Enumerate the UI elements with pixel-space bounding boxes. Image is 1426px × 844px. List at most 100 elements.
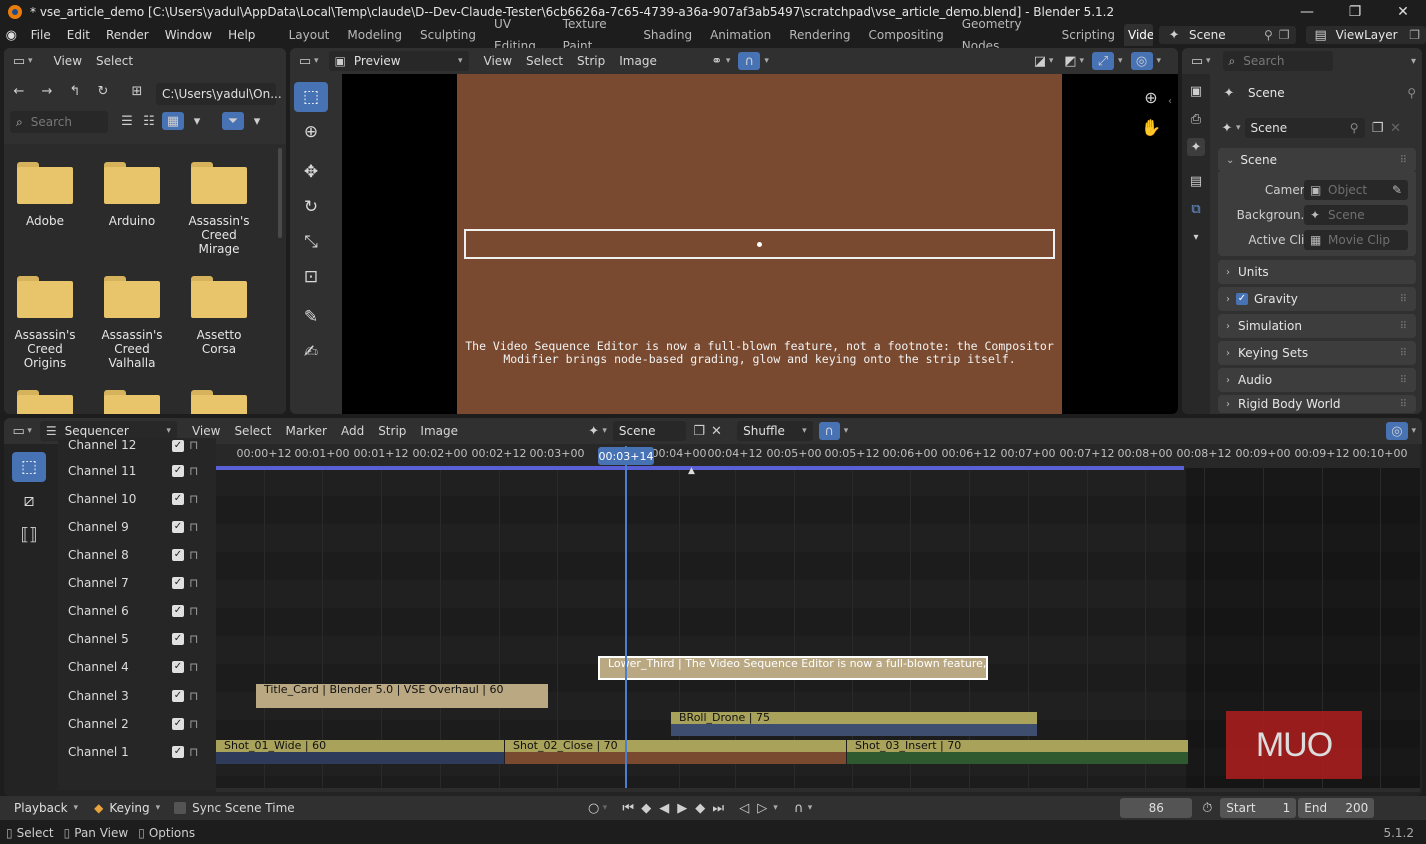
overlay-icon[interactable]: ◎ — [1386, 422, 1408, 440]
editor-type-icon[interactable]: ▭ — [10, 422, 27, 440]
list-vertical-icon[interactable]: ☰ — [118, 112, 136, 130]
options-dropdown-icon[interactable]: ▾ — [1411, 56, 1416, 67]
menu-strip[interactable]: Strip — [371, 424, 413, 438]
horizontal-scrollbar[interactable] — [216, 788, 1420, 792]
view-layer-selector[interactable]: ▤ ViewLayer ❐ — [1305, 26, 1426, 44]
unlink-icon[interactable]: ✕ — [1387, 119, 1405, 137]
pin-icon[interactable]: ⚲ — [1264, 28, 1273, 42]
channel-row[interactable]: Channel 3 ✓ ⊓ — [58, 682, 216, 710]
snap-icon[interactable]: ∩ — [738, 52, 761, 70]
channel-row[interactable]: Channel 4 ✓ ⊓ — [58, 653, 216, 681]
prev-keyframe-icon[interactable]: ◆ — [637, 799, 655, 817]
new-folder-icon[interactable]: ⊞ — [128, 82, 146, 100]
channel-label[interactable]: Channel 8 — [68, 548, 172, 562]
channel-row[interactable]: Channel 11 ✓ ⊓ — [58, 457, 216, 485]
origin-dot[interactable] — [757, 242, 762, 247]
play-reverse-icon[interactable]: ◀ — [655, 799, 673, 817]
keying-menu[interactable]: ◆ Keying ▾ — [88, 798, 166, 818]
render-tab-icon[interactable]: ▣ — [1187, 82, 1205, 100]
tab-video[interactable]: Video — [1124, 24, 1154, 46]
menu-file[interactable]: File — [23, 24, 59, 46]
view-type-dropdown[interactable]: ▣ Preview ▾ — [328, 51, 469, 71]
copy-layer-icon[interactable]: ❐ — [1409, 28, 1420, 42]
folder-item[interactable]: Arduino — [92, 162, 172, 228]
folder-item[interactable]: Assetto Corsa — [179, 276, 259, 356]
channel-mute-checkbox[interactable]: ✓ — [172, 465, 184, 477]
gizmo-toggle-icon[interactable]: ⤢ — [1091, 52, 1114, 70]
menu-select[interactable]: Select — [89, 54, 140, 68]
lock-icon[interactable]: ⊓ — [189, 689, 198, 703]
lock-icon[interactable]: ⊓ — [189, 492, 198, 506]
channel-row[interactable]: Channel 9 ✓ ⊓ — [58, 513, 216, 541]
sidebar-toggle-icon[interactable]: ‹ — [1168, 96, 1172, 107]
gravity-checkbox[interactable]: ✓ — [1236, 293, 1248, 305]
parent-icon[interactable]: ↰ — [66, 82, 84, 100]
folder-item[interactable]: Adobe — [5, 162, 85, 228]
tab-modeling[interactable]: Modeling — [338, 24, 411, 46]
menu-view[interactable]: View — [47, 54, 89, 68]
search-input[interactable]: ⌕ Search — [10, 111, 108, 133]
channel-label[interactable]: Channel 6 — [68, 604, 172, 618]
channel-mute-checkbox[interactable]: ✓ — [172, 746, 184, 758]
properties-search[interactable]: ⌕ Search — [1222, 51, 1333, 71]
filter-icon[interactable]: ⏷ — [222, 112, 244, 130]
slip-tool-icon[interactable]: ⟦⟧ — [12, 520, 46, 550]
refresh-icon[interactable]: ↻ — [94, 82, 112, 100]
channel-mute-checkbox[interactable]: ✓ — [172, 661, 184, 673]
channel-mute-checkbox[interactable]: ✓ — [172, 549, 184, 561]
folder-item[interactable] — [179, 390, 259, 414]
eyedropper-icon[interactable]: ✎ — [1392, 183, 1402, 197]
editor-type-icon[interactable]: ▭ — [1188, 52, 1206, 70]
view-layer-tab-icon[interactable]: ▤ — [1187, 172, 1205, 190]
lock-icon[interactable]: ⊓ — [189, 576, 198, 590]
channel-mute-checkbox[interactable]: ✓ — [172, 521, 184, 533]
new-scene-icon[interactable]: ❐ — [690, 422, 707, 440]
strip-lower-third[interactable]: Lower_Third | The Video Sequence Editor … — [598, 656, 988, 680]
lock-icon[interactable]: ⊓ — [189, 464, 198, 478]
snap-icon[interactable]: ∩ — [818, 422, 840, 440]
channel-row[interactable]: Channel 10 ✓ ⊓ — [58, 485, 216, 513]
panel-units[interactable]: › Units — [1218, 260, 1416, 284]
menu-select[interactable]: Select — [227, 424, 278, 438]
overlay-icon[interactable]: ◎ — [1130, 52, 1153, 70]
jump-start-icon[interactable]: ⏮ — [619, 799, 637, 817]
scene-browse-icon[interactable]: ✦ — [585, 422, 602, 440]
text-strip-bounds[interactable] — [464, 229, 1055, 259]
folder-item[interactable] — [92, 390, 172, 414]
close-button[interactable]: ✕ — [1380, 0, 1426, 24]
rotate-tool-icon[interactable]: ↻ — [294, 192, 328, 222]
channel-label[interactable]: Channel 9 — [68, 520, 172, 534]
overlap-mode-dropdown[interactable]: Shuffle ▾ — [737, 421, 813, 441]
channel-row[interactable]: Channel 8 ✓ ⊓ — [58, 541, 216, 569]
unlink-icon[interactable]: ✕ — [708, 422, 725, 440]
scene-tab-icon[interactable]: ✦ — [1187, 138, 1205, 156]
channel-label[interactable]: Channel 5 — [68, 632, 172, 646]
lock-icon[interactable]: ⊓ — [189, 745, 198, 759]
panel-audio[interactable]: › Audio ⠿ — [1218, 368, 1416, 392]
prev-frame-icon[interactable]: ◁ — [735, 799, 753, 817]
lock-icon[interactable]: ⊓ — [189, 660, 198, 674]
menu-render[interactable]: Render — [98, 24, 157, 46]
channel-label[interactable]: Channel 4 — [68, 660, 172, 674]
menu-select[interactable]: Select — [519, 54, 570, 68]
menu-view[interactable]: View — [185, 424, 227, 438]
select-tool-icon[interactable]: ⬚ — [12, 452, 46, 482]
gizmo-icon[interactable]: ◩ — [1061, 52, 1079, 70]
thumbnail-icon[interactable]: ▦ — [162, 112, 184, 130]
sample-tool-icon[interactable]: ✎ — [294, 302, 328, 332]
channel-row[interactable]: Channel 12 ✓ ⊓ — [58, 438, 216, 452]
lock-icon[interactable]: ⊓ — [189, 548, 198, 562]
channel-label[interactable]: Channel 11 — [68, 464, 172, 478]
sequencer-scene-field[interactable]: Scene — [612, 421, 687, 441]
blender-menu-icon[interactable]: ◉ — [0, 28, 23, 43]
menu-image[interactable]: Image — [612, 54, 664, 68]
new-scene-icon[interactable]: ❐ — [1369, 119, 1387, 137]
folder-item[interactable]: Assassin's Creed Origins — [5, 276, 85, 370]
channel-label[interactable]: Channel 2 — [68, 717, 172, 731]
playback-menu[interactable]: Playback ▾ — [8, 798, 84, 818]
maximize-button[interactable]: ❐ — [1332, 0, 1378, 24]
channel-mute-checkbox[interactable]: ✓ — [172, 577, 184, 589]
more-tabs-icon[interactable]: ▾ — [1187, 228, 1205, 246]
menu-strip[interactable]: Strip — [570, 54, 612, 68]
channel-mute-checkbox[interactable]: ✓ — [172, 633, 184, 645]
